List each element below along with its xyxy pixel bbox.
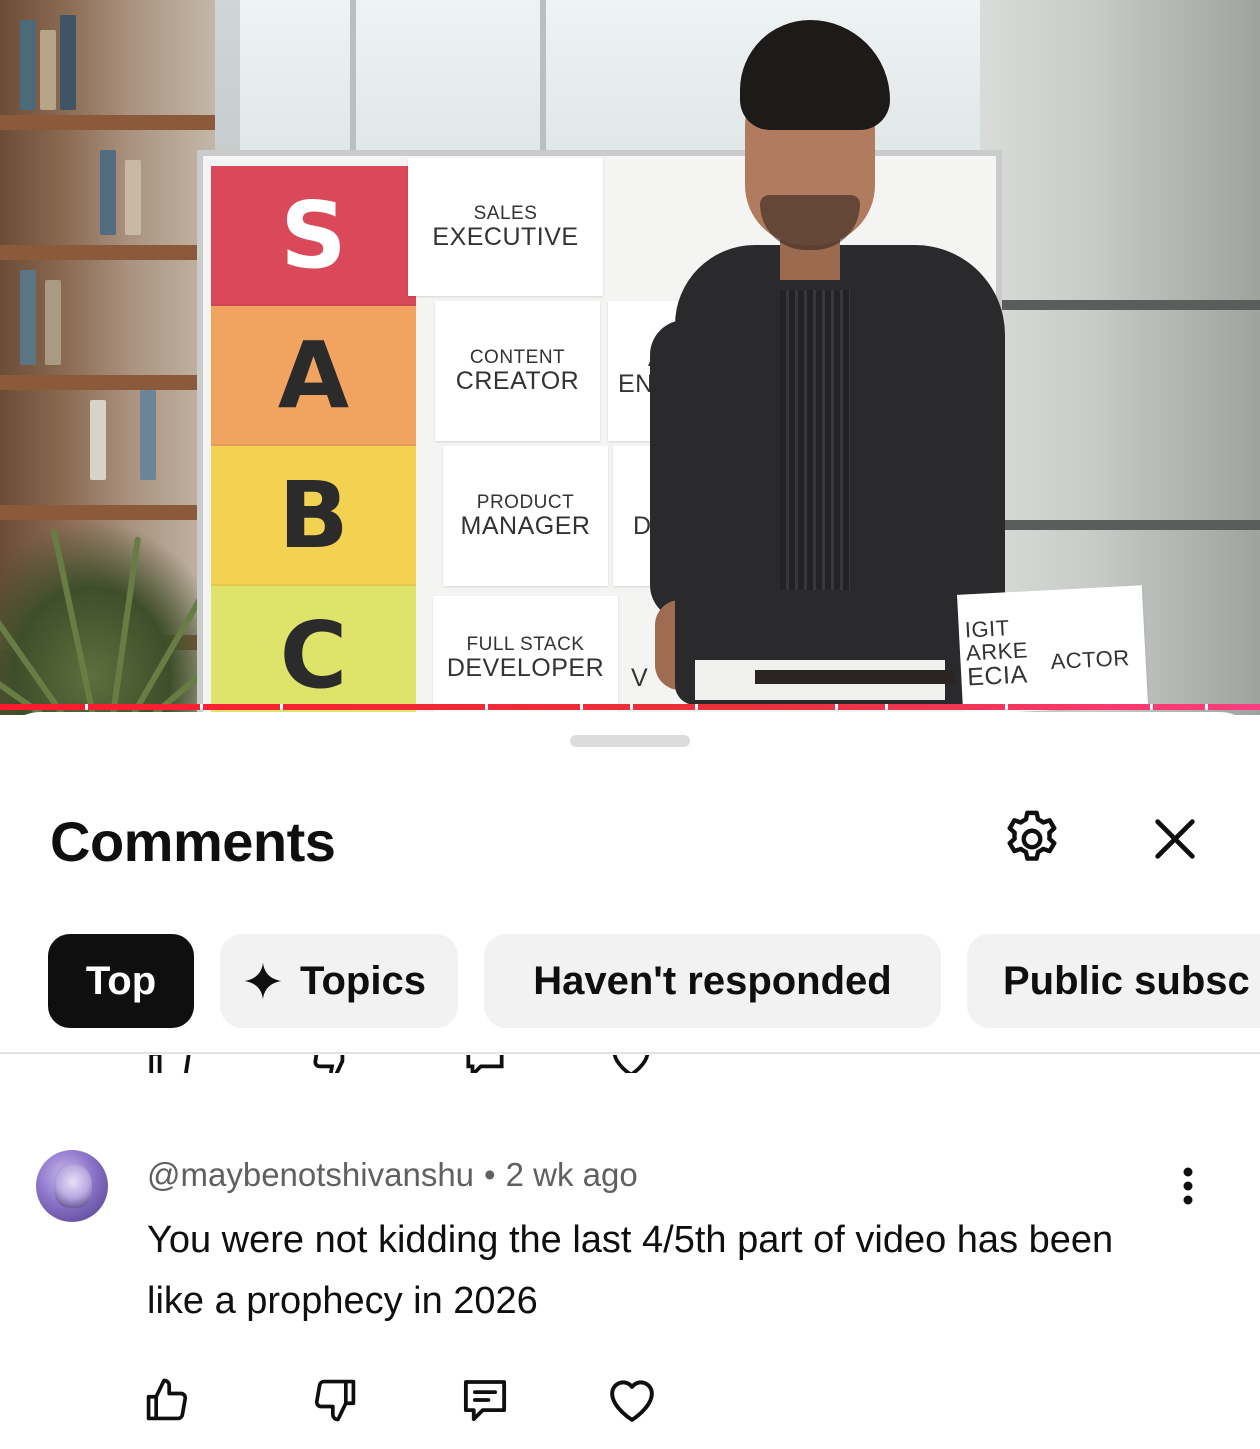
heart-button[interactable] [602,1370,662,1430]
card-line: SALES [473,202,538,224]
dislike-button[interactable] [305,1370,365,1430]
chip-label: Topics [300,958,426,1003]
heart-icon[interactable] [606,1055,656,1073]
video-progress-bar[interactable] [0,704,1260,710]
close-button[interactable] [1140,804,1210,874]
reply-button[interactable] [455,1370,515,1430]
card-line: CREATOR [455,366,580,395]
tier-b: B [211,446,416,586]
like-button[interactable] [137,1370,197,1430]
previous-comment-actions [0,1055,1260,1073]
settings-button[interactable] [997,804,1067,874]
card-full-stack-developer: FULL STACK DEVELOPER [433,596,618,715]
tier-column: S A B C [211,166,416,715]
chip-top[interactable]: Top [48,934,194,1028]
card-line: CONTENT [469,346,566,368]
chip-label: Haven't responded [533,958,892,1003]
more-options-button[interactable] [1170,1166,1206,1206]
gear-icon [1007,810,1057,861]
card-line: FULL STACK [466,634,585,656]
comment-time: 2 wk ago [505,1156,638,1193]
card-line: ECIA [966,660,1029,692]
card-fragment-w: V [631,664,649,692]
sparkle-icon [242,960,284,1002]
comment-actions [0,1370,1260,1430]
more-vert-icon [1183,1167,1193,1205]
comment-text: You were not kidding the last 4/5th part… [147,1219,1114,1322]
avatar[interactable] [36,1150,108,1222]
thumbs-down-icon[interactable] [307,1055,357,1073]
reply-icon [463,1380,507,1422]
video-player[interactable]: S A B C SALES EXECUTIVE CONTENT CREATOR … [0,0,1260,715]
card-sales-executive: SALES EXECUTIVE [408,158,603,296]
close-icon [1155,819,1195,859]
divider [0,1052,1260,1054]
meta-separator: • [484,1156,496,1193]
card-digital-marketing-actor: IGIT ARKE ECIA ACTOR [956,585,1149,715]
thumbs-up-icon[interactable] [145,1055,195,1073]
card-line: PRODUCT [476,491,575,513]
tier-a: A [211,306,416,446]
chip-label: Top [85,958,157,1003]
card-actor-label: ACTOR [1049,644,1131,675]
filter-chips: Top Topics Haven't responded Public subs… [48,934,1260,1028]
heart-icon [610,1380,654,1422]
tier-s: S [211,166,416,306]
chip-label: Public subsc [1003,958,1250,1003]
card-line: MANAGER [460,511,591,540]
sheet-title: Comments [50,810,336,873]
thumbs-down-icon [314,1379,356,1422]
card-content-creator: CONTENT CREATOR [435,301,600,441]
reply-icon[interactable] [460,1055,510,1073]
thumbs-up-icon [146,1378,188,1421]
card-product-manager: PRODUCT MANAGER [443,446,608,586]
chip-public-subscribers[interactable]: Public subsc [967,934,1260,1028]
comment-author[interactable]: @maybenotshivanshu [147,1156,474,1193]
chip-havent-responded[interactable]: Haven't responded [484,934,941,1028]
card-line: EXECUTIVE [432,222,579,251]
tier-c: C [211,586,416,715]
background-plant [0,520,247,715]
chip-topics[interactable]: Topics [220,934,458,1028]
comments-sheet: Comments Top Topics Haven't responded Pu… [0,712,1260,1449]
card-line: DEVELOPER [446,654,605,683]
comment-meta: @maybenotshivanshu • 2 wk ago [147,1156,638,1194]
drag-handle[interactable] [570,735,690,747]
